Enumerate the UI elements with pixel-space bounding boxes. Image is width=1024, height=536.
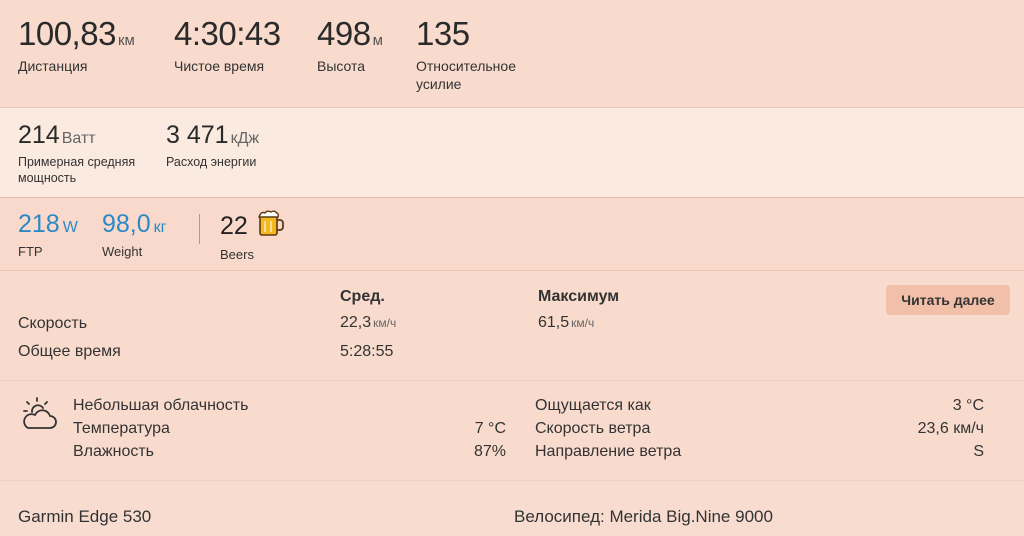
elapsed-time-value: 5:28:55 [340,343,394,360]
weight-stat: 98,0 кг Weight [102,208,167,260]
relative-effort-value: 135 [416,15,470,52]
partly-cloudy-icon [20,396,58,437]
wind-speed-value: 23,6 км/ч [917,420,984,437]
moving-time-stat: 4:30:43 Чистое время [174,14,281,75]
wind-direction-value: S [973,443,984,460]
ftp-unit: W [62,219,78,236]
humidity-label: Влажность [73,443,155,460]
avg-column-header: Сред. [340,288,385,305]
energy-unit: кДж [230,130,260,147]
weight-unit: кг [153,219,167,236]
read-more-button[interactable]: Читать далее [886,285,1010,315]
energy-label: Расход энергии [166,155,257,169]
feels-like-label: Ощущается как [535,397,651,414]
ftp-value: 218 [18,210,60,238]
distance-stat: 100,83 км Дистанция [18,14,135,75]
moving-time-label: Чистое время [174,58,265,74]
distance-label: Дистанция [18,58,88,74]
wind-direction-label: Направление ветра [535,443,682,460]
avg-speed: 22,3 км/ч [340,314,397,331]
temperature-value: 7 °C [474,420,506,437]
max-speed: 61,5 км/ч [538,314,595,331]
relative-effort-stat[interactable]: 135 Относительное усилие [416,14,516,93]
distance-unit: км [117,32,135,49]
elapsed-time-label: Общее время [18,343,121,360]
feels-like-value: 3 °C [952,397,984,414]
bike-link[interactable]: Велосипед: Merida Big.Nine 9000 [514,507,773,527]
avg-power-stat: 214 Ватт Примерная средняя мощность [18,120,135,186]
stats-divider [199,214,200,244]
max-column-header: Максимум [538,288,620,305]
weather-condition: Небольшая облачность [73,397,249,414]
elevation-label: Высота [317,58,366,74]
avg-power-value: 214 [18,121,60,149]
elevation-value: 498 [317,15,371,52]
wind-speed-label: Скорость ветра [535,420,651,437]
weight-value: 98,0 [102,210,151,238]
device-name: Garmin Edge 530 [18,507,152,526]
ftp-stat: 218 W FTP [18,208,78,260]
elevation-stat: 498 м Высота [317,14,383,75]
distance-value: 100,83 [18,15,116,52]
avg-power-unit: Ватт [61,130,96,147]
avg-power-label: Примерная средняя мощность [18,155,136,185]
relative-effort-label: Относительное усилие [416,58,516,92]
power-stats-row [0,108,1024,198]
weight-label: Weight [102,244,143,259]
beer-mug-icon [256,208,286,243]
moving-time-value: 4:30:43 [174,15,281,52]
speed-label: Скорость [18,315,88,332]
temperature-label: Температура [73,420,170,437]
speed-table [0,271,1024,381]
beers-value: 22 [220,212,248,240]
humidity-value: 87% [473,443,506,460]
energy-stat: 3 471 кДж Расход энергии [166,120,259,170]
energy-value: 3 471 [166,121,229,149]
ftp-label: FTP [18,244,43,259]
elevation-unit: м [372,32,383,49]
beers-label: Beers [220,247,254,262]
beers-stat: 22 Beers [220,208,286,263]
